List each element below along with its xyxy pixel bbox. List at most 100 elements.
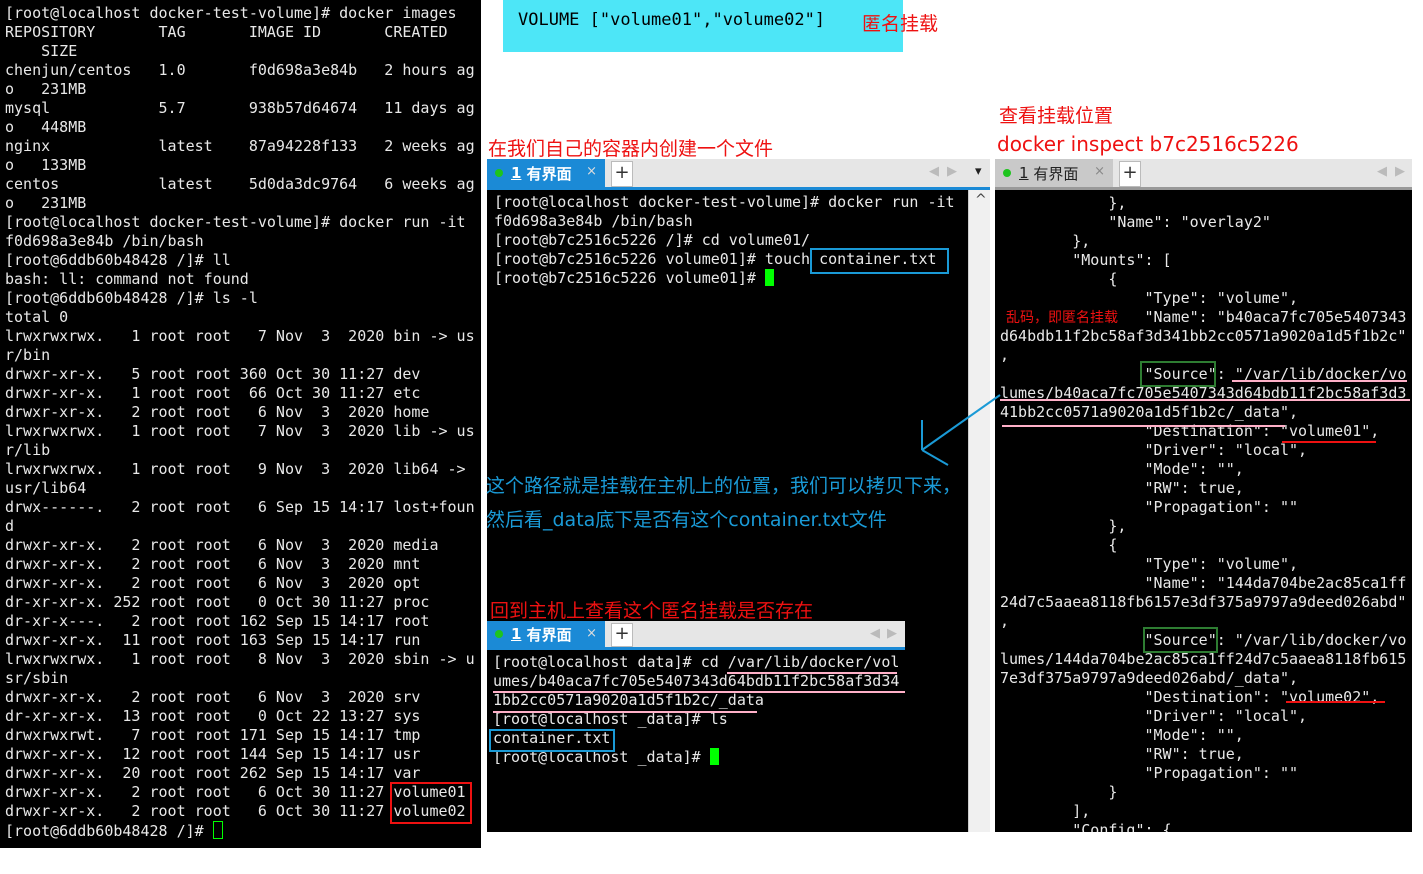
scrollbar[interactable]: ^ bbox=[968, 190, 990, 832]
terminal-line: }, bbox=[1000, 517, 1127, 535]
terminal-line: } bbox=[1000, 783, 1118, 801]
terminal-line: dr-xr-xr-x. 252 root root 0 Oct 30 11:27… bbox=[5, 593, 430, 611]
source-highlight-2 bbox=[1143, 627, 1218, 653]
terminal-line: ], bbox=[1000, 802, 1091, 820]
terminal-line: o 133MB bbox=[5, 156, 87, 174]
left-terminal[interactable]: [root@localhost docker-test-volume]# doc… bbox=[0, 0, 481, 848]
terminal-line: drwxr-xr-x. 5 root root 360 Oct 30 11:27… bbox=[5, 365, 421, 383]
inspect-tabbar: 1 有界面 × + ◀ ▶ bbox=[995, 159, 1412, 190]
terminal-line: lrwxrwxrwx. 1 root root 7 Nov 3 2020 lib… bbox=[5, 422, 475, 440]
prev-tab-icon[interactable]: ◀ bbox=[870, 626, 880, 641]
terminal-line: "RW": true, bbox=[1000, 479, 1244, 497]
next-tab-icon[interactable]: ▶ bbox=[887, 626, 897, 641]
terminal-line: drwxr-xr-x. 2 root root 6 Nov 3 2020 med… bbox=[5, 536, 439, 554]
terminal-line: drwxrwxrwt. 7 root root 171 Sep 15 14:17… bbox=[5, 726, 421, 744]
close-icon[interactable]: × bbox=[586, 164, 597, 179]
prev-tab-icon[interactable]: ◀ bbox=[1377, 164, 1387, 179]
close-icon[interactable]: × bbox=[1094, 164, 1105, 179]
terminal-line: { bbox=[1000, 536, 1118, 554]
add-tab-button[interactable]: + bbox=[611, 623, 633, 647]
path-underline bbox=[727, 672, 897, 674]
terminal-line: o 231MB bbox=[5, 194, 87, 212]
terminal-line: 1bb2cc0571a9020a1d5f1b2c/_data bbox=[493, 691, 764, 709]
terminal-line: "Driver": "local", bbox=[1000, 707, 1308, 725]
terminal-line: drwxr-xr-x. 11 root root 163 Sep 15 14:1… bbox=[5, 631, 421, 649]
path-underline bbox=[493, 691, 905, 693]
tab-number: 1 bbox=[1019, 164, 1029, 182]
dropdown-icon[interactable]: ▾ bbox=[975, 164, 982, 179]
terminal-line: centos latest 5d0da3dc9764 6 weeks ag bbox=[5, 175, 475, 193]
terminal-line: d64bdb11f2bc58af3d341bb2cc0571a9020a1d5f… bbox=[1000, 327, 1407, 345]
terminal-line: lrwxrwxrwx. 1 root root 8 Nov 3 2020 sbi… bbox=[5, 650, 475, 668]
terminal-line: lrwxrwxrwx. 1 root root 7 Nov 3 2020 bin… bbox=[5, 327, 475, 345]
source-underline bbox=[1000, 399, 1410, 401]
container-file-highlight bbox=[810, 248, 949, 274]
terminal-line: o 231MB bbox=[5, 80, 87, 98]
next-tab-icon[interactable]: ▶ bbox=[947, 164, 957, 179]
terminal-line: }, bbox=[1000, 194, 1127, 212]
inspect-terminal[interactable]: }, "Name": "overlay2" }, "Mounts": [ { "… bbox=[995, 190, 1412, 832]
tab-session-1-host[interactable]: 1 有界面 × bbox=[487, 621, 605, 647]
note-garbled: 乱码，即匿名挂载 bbox=[1006, 307, 1124, 327]
terminal-line: "Mounts": [ bbox=[1000, 251, 1172, 269]
listed-file-highlight bbox=[489, 729, 615, 752]
add-tab-button[interactable]: + bbox=[611, 161, 633, 187]
tab-session-1[interactable]: 1 有界面 × bbox=[487, 159, 605, 187]
terminal-line: f0d698a3e84b /bin/bash bbox=[494, 212, 693, 230]
tab-session-1-inspect[interactable]: 1 有界面 × bbox=[995, 159, 1113, 187]
terminal-line: dr-xr-x---. 2 root root 162 Sep 15 14:17… bbox=[5, 612, 430, 630]
note-back-to-host: 回到主机上查看这个匿名挂载是否存在 bbox=[490, 600, 814, 622]
tab-label: 有界面 bbox=[526, 164, 572, 183]
scroll-up-icon[interactable]: ^ bbox=[975, 192, 987, 208]
terminal-line: chenjun/centos 1.0 f0d698a3e84b 2 hours … bbox=[5, 61, 475, 79]
terminal-line: [root@localhost docker-test-volume]# doc… bbox=[5, 4, 457, 22]
terminal-line: [root@6ddb60b48428 /]# ls -l bbox=[5, 289, 258, 307]
terminal-line: "Name": "144da704be2ac85ca1ff bbox=[1000, 574, 1407, 592]
arrow-icon bbox=[921, 394, 1001, 466]
terminal-line: 7e3df375a9797a9deed026abd/_data", bbox=[1000, 669, 1299, 687]
terminal-line: "Propagation": "" bbox=[1000, 498, 1299, 516]
terminal-line: usr/lib64 bbox=[5, 479, 87, 497]
status-dot-icon bbox=[495, 169, 503, 177]
tab-number: 1 bbox=[511, 164, 522, 182]
add-tab-button[interactable]: + bbox=[1119, 161, 1141, 187]
terminal-line: r/lib bbox=[5, 441, 51, 459]
terminal-line: [root@localhost docker-test-volume]# doc… bbox=[5, 213, 466, 231]
tab-label: 有界面 bbox=[526, 625, 572, 644]
cursor bbox=[212, 821, 223, 839]
terminal-line: REPOSITORY TAG IMAGE ID CREATED bbox=[5, 23, 448, 41]
terminal-line: [root@6ddb60b48428 /]# ll bbox=[5, 251, 231, 269]
close-icon[interactable]: × bbox=[586, 626, 597, 641]
terminal-line: umes/b40aca7fc705e5407343d64bdb11f2bc58a… bbox=[493, 672, 900, 690]
terminal-line: "Config": { bbox=[1000, 821, 1172, 832]
terminal-line: drwxr-xr-x. 1 root root 66 Oct 30 11:27 … bbox=[5, 384, 421, 402]
terminal-line: SIZE bbox=[5, 42, 78, 60]
terminal-line: }, bbox=[1000, 232, 1091, 250]
terminal-line: mysql 5.7 938b57d64674 11 days ag bbox=[5, 99, 475, 117]
terminal-line: [root@localhost docker-test-volume]# doc… bbox=[494, 193, 955, 211]
note-inspect-title: 查看挂载位置 bbox=[999, 105, 1114, 127]
terminal-line: drwxr-xr-x. 12 root root 144 Sep 15 14:1… bbox=[5, 745, 421, 763]
terminal-line: "Type": "volume", bbox=[1000, 289, 1299, 307]
status-dot-icon bbox=[495, 630, 503, 638]
terminal-line: [root@localhost data]# cd /var/lib/docke… bbox=[493, 653, 900, 671]
next-tab-icon[interactable]: ▶ bbox=[1395, 164, 1405, 179]
source-underline bbox=[1002, 425, 1285, 427]
terminal-line: f0d698a3e84b /bin/bash bbox=[5, 232, 204, 250]
cursor bbox=[709, 748, 719, 765]
volume-dirs-highlight bbox=[390, 782, 472, 824]
source-highlight-1 bbox=[1140, 361, 1216, 387]
terminal-line: "RW": true, bbox=[1000, 745, 1244, 763]
terminal-line: "Mode": "", bbox=[1000, 460, 1244, 478]
host-tabbar: 1 有界面 × + ◀ ▶ bbox=[487, 621, 905, 650]
terminal-line: dr-xr-xr-x. 13 root root 0 Oct 22 13:27 … bbox=[5, 707, 421, 725]
terminal-line: drwxr-xr-x. 2 root root 6 Nov 3 2020 opt bbox=[5, 574, 421, 592]
terminal-line: drwxr-xr-x. 2 root root 6 Nov 3 2020 srv bbox=[5, 688, 421, 706]
anonymous-mount-label: 匿名挂载 bbox=[862, 13, 939, 35]
terminal-line: bash: ll: command not found bbox=[5, 270, 249, 288]
source-underline bbox=[1232, 380, 1407, 382]
terminal-line: "Propagation": "" bbox=[1000, 764, 1299, 782]
terminal-line: "Type": "volume", bbox=[1000, 555, 1299, 573]
note-create-file: 在我们自己的容器内创建一个文件 bbox=[488, 138, 774, 160]
prev-tab-icon[interactable]: ◀ bbox=[929, 164, 939, 179]
